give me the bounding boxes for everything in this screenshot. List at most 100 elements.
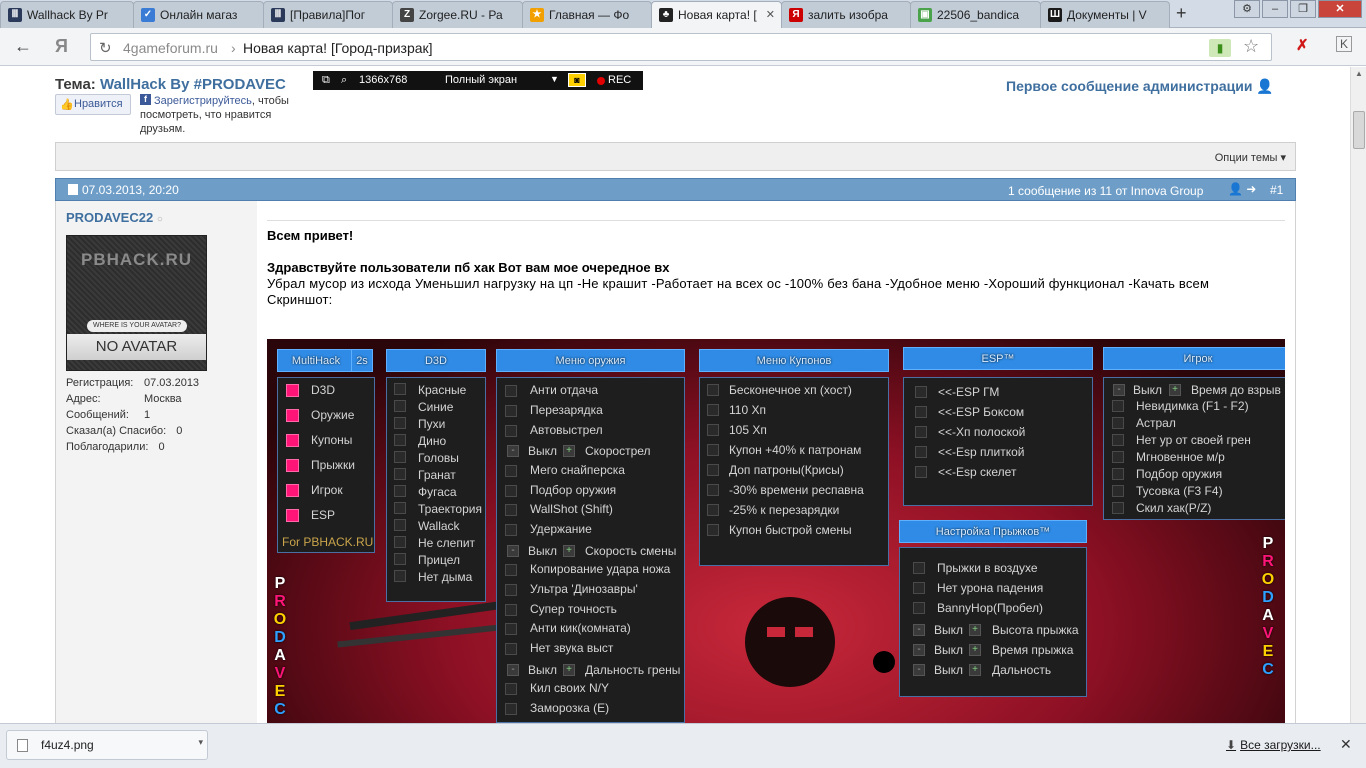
clover-icon: ♣ <box>659 8 673 22</box>
username-text: PRODAVEC22 <box>66 210 154 225</box>
menu-item-label: Перезарядка <box>530 403 603 417</box>
arrow-icon[interactable]: ➜ <box>1246 182 1256 196</box>
checkbox <box>505 405 517 417</box>
yandex-icon: Я <box>789 8 803 22</box>
post-divider <box>267 220 1285 221</box>
all-downloads-label: Все загрузки... <box>1240 738 1321 752</box>
minus-icon: - <box>507 545 519 557</box>
checkbox <box>394 553 406 565</box>
browser-tab[interactable]: Ⅲ [Правила]Пог <box>263 1 393 28</box>
menu-item-label: Скорость смены <box>585 544 677 558</box>
offline-icon: ○ <box>156 214 163 225</box>
thread-title-link[interactable]: WallHack By #PRODAVEC <box>100 76 286 93</box>
yandex-logo-icon[interactable]: Я <box>55 36 68 57</box>
menu-item-label: Головы <box>418 451 459 465</box>
checkbox <box>505 425 517 437</box>
extension-icon[interactable]: K <box>1336 36 1353 52</box>
checkbox <box>505 564 517 576</box>
side-logo-letter: R <box>1262 553 1274 570</box>
download-arrow-icon: ⬇ <box>1226 738 1237 752</box>
user-stat-label: Сказал(а) Спасибо: <box>66 425 167 437</box>
record-button[interactable]: REC <box>608 74 631 86</box>
user-stat-row: Регистрация: 07.03.2013 <box>66 375 199 391</box>
tab-title: залить изобра <box>808 8 888 22</box>
menu-item-label: Прыжки <box>311 458 355 472</box>
checkbox <box>915 386 927 398</box>
tab-title: Zorgee.RU - Ра <box>419 8 503 22</box>
recorder-mode[interactable]: Полный экран <box>445 74 517 86</box>
checkbox <box>1112 485 1124 497</box>
close-icon[interactable]: ✕ <box>1340 736 1352 753</box>
browser-tab[interactable]: Язалить изобра <box>781 1 911 28</box>
minus-icon: - <box>1113 384 1125 396</box>
minus-icon: - <box>913 624 925 636</box>
side-logo-letter: A <box>274 647 286 664</box>
minimize-button[interactable]: – <box>1262 0 1288 18</box>
settings-icon[interactable]: ⚙ <box>1234 0 1260 18</box>
close-window-button[interactable]: ✕ <box>1318 0 1362 18</box>
browser-tab[interactable]: ✓ Онлайн магаз <box>133 1 264 28</box>
post-number-link[interactable]: #1 <box>1270 183 1283 197</box>
checkbox <box>505 604 517 616</box>
back-arrow-icon[interactable]: ← <box>14 36 32 57</box>
menu-item-label: Ультра 'Динозавры' <box>530 582 638 596</box>
restore-button[interactable]: ❐ <box>1290 0 1316 18</box>
scroll-up-icon[interactable]: ▲ <box>1355 69 1363 78</box>
search-icon[interactable]: ⌕ <box>341 74 347 87</box>
pink-toggle <box>286 484 299 497</box>
menu-item-label: Супер точность <box>530 602 617 616</box>
scrollbar-thumb[interactable] <box>1353 111 1365 149</box>
browser-tab[interactable]: ▣ 22506_bandica <box>910 1 1041 28</box>
new-tab-button[interactable]: + <box>1176 3 1187 24</box>
plus-icon: + <box>969 664 981 676</box>
avatar-question: WHERE IS YOUR AVATAR? <box>87 320 187 332</box>
menu-item-label: BannyHop(Пробел) <box>937 601 1044 615</box>
menu-item-label: ESP <box>311 508 336 522</box>
checkbox <box>915 466 927 478</box>
side-logo-letter: V <box>1262 625 1274 642</box>
menu-item-label: Бесконечное хп (хост) <box>729 383 852 397</box>
fb-register-link[interactable]: Зарегистрируйтесь <box>154 95 252 107</box>
side-logo-letter: A <box>1262 607 1274 624</box>
download-item[interactable]: f4uz4.png ▾ <box>6 730 208 760</box>
chevron-down-icon[interactable]: ▾ <box>198 737 203 748</box>
thread-options-menu[interactable]: Опции темы ▾ <box>1215 151 1286 164</box>
addon-icon[interactable]: ✗ <box>1296 36 1309 54</box>
menu-item-label: Подбор оружия <box>1136 467 1223 481</box>
menu-item-label: Фугаса <box>418 485 457 499</box>
user-stat-label: Адрес: <box>66 393 101 405</box>
tab-title: 22506_bandica <box>937 8 1020 22</box>
checkbox <box>394 536 406 548</box>
bookmark-star-icon[interactable]: ☆ <box>1243 36 1259 57</box>
menu-item-label: Мего снайперска <box>530 463 625 477</box>
browser-tab[interactable]: Z Zorgee.RU - Ра <box>392 1 523 28</box>
browser-tab[interactable]: ♣ Новая карта! [✕ <box>651 1 782 28</box>
browser-tab[interactable]: Ⅲ Wallhack By Pr <box>0 1 134 28</box>
page-scrollbar[interactable]: ▲ <box>1350 67 1366 723</box>
dropdown-arrow-icon[interactable]: ▼ <box>550 74 559 84</box>
reload-icon[interactable]: ↻ <box>99 39 112 57</box>
user-icon[interactable]: 👤 <box>1228 182 1243 196</box>
fullscreen-icon[interactable]: ⧉ <box>322 74 330 87</box>
facebook-like-button[interactable]: 👍 Нравится <box>55 94 131 115</box>
menu-item-label: Не слепит <box>418 536 476 550</box>
menu-item-label: <<-Esp плиткой <box>938 445 1025 459</box>
checkbox <box>505 385 517 397</box>
skull-graphic <box>745 597 835 687</box>
all-downloads-link[interactable]: ⬇ Все загрузки... <box>1226 738 1321 752</box>
browser-tab[interactable]: ★ Главная — Фо <box>522 1 652 28</box>
plus-icon: + <box>969 644 981 656</box>
username[interactable]: PRODAVEC22 ○ <box>66 210 163 225</box>
toggle-label: Выкл <box>934 643 964 657</box>
facebook-icon: f <box>140 94 151 105</box>
esp-header: ESP™ <box>903 347 1093 370</box>
address-bar[interactable]: ↻ 4gameforum.ru › Новая карта! [Город-пр… <box>90 33 1272 61</box>
first-admin-message-link[interactable]: Первое сообщение администрации 👤 <box>1006 78 1274 95</box>
post-count-link[interactable]: 1 сообщение из 11 от Innova Group <box>1008 184 1203 198</box>
close-tab-icon[interactable]: ✕ <box>766 8 775 21</box>
protect-icon[interactable]: ▮ <box>1209 39 1231 57</box>
camera-icon[interactable]: ◙ <box>568 73 586 87</box>
minus-icon: - <box>507 445 519 457</box>
tab-title: Онлайн магаз <box>160 8 238 22</box>
browser-tab[interactable]: Ш Документы | V <box>1040 1 1170 28</box>
